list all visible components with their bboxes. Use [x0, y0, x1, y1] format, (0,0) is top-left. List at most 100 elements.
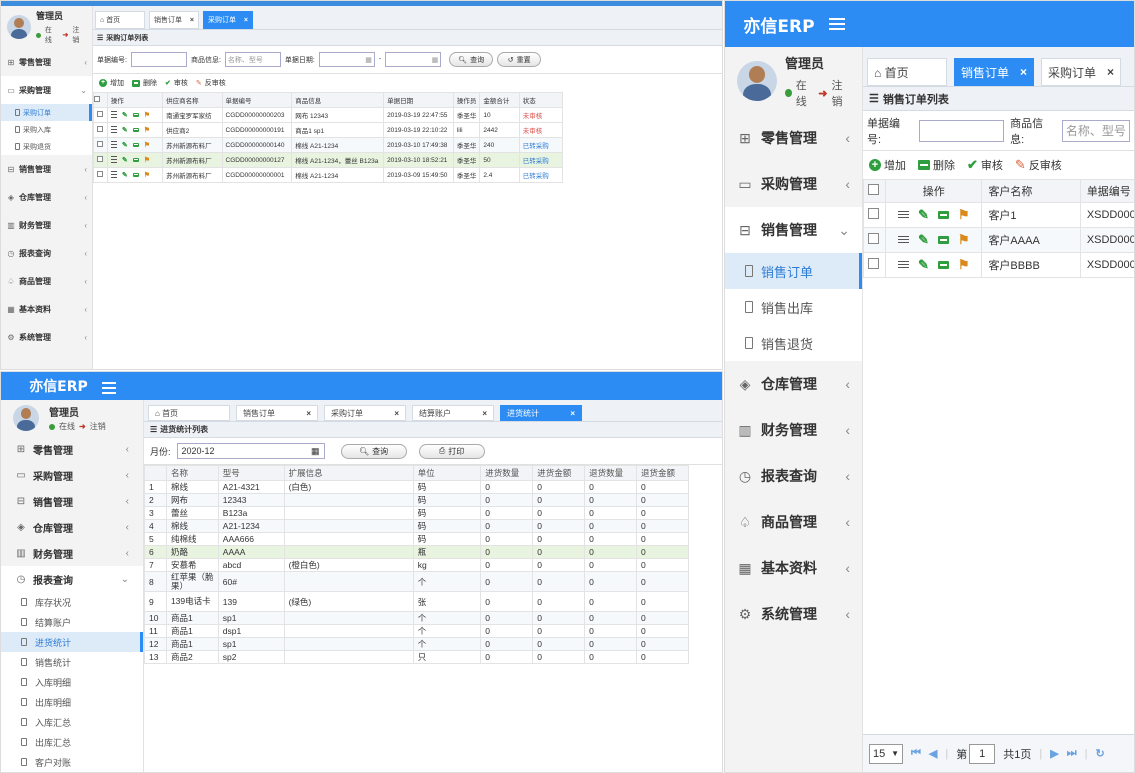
sidebar-item[interactable]: ◈ 仓库管理 ‹ — [725, 361, 862, 407]
row-checkbox[interactable] — [868, 184, 879, 195]
edit-icon[interactable]: ✎ — [918, 257, 929, 273]
tab[interactable]: 进货统计 × — [500, 405, 582, 421]
tab[interactable]: 销售订单 × — [149, 11, 199, 29]
close-icon[interactable]: × — [1107, 65, 1114, 79]
add-button[interactable]: + 增加 — [869, 157, 906, 173]
table-row[interactable]: 11 商品1 dsp1 个 0 0 0 0 — [144, 624, 689, 638]
card-icon[interactable] — [937, 235, 949, 245]
sidebar-item[interactable]: ⊞ 零售管理 ‹ — [1, 436, 143, 462]
sidebar-subitem[interactable]: 入库汇总 — [1, 712, 143, 732]
logout-icon[interactable]: ➜ — [63, 31, 69, 39]
card-icon[interactable] — [132, 142, 139, 148]
flag-icon[interactable]: ⚑ — [144, 171, 150, 179]
add-button[interactable]: + 增加 — [99, 78, 124, 88]
sidebar-item[interactable]: ⚙ 系统管理 ‹ — [725, 591, 862, 637]
sidebar-item[interactable]: ⊟ 销售管理 ‹ — [1, 155, 92, 183]
flag-icon[interactable]: ⚑ — [958, 207, 970, 223]
audit-button[interactable]: ✔ 审核 — [967, 157, 1003, 173]
sidebar-item[interactable]: ▭ 采购管理 ‹ — [725, 161, 862, 207]
unaudit-button[interactable]: ✎ 反审核 — [1015, 157, 1062, 173]
sidebar-item[interactable]: ▥ 财务管理 ‹ — [725, 407, 862, 453]
flag-icon[interactable]: ⚑ — [144, 141, 150, 149]
table-row[interactable]: 13 商品2 sp2 只 0 0 0 0 — [144, 650, 689, 664]
flag-icon[interactable]: ⚑ — [958, 232, 970, 248]
sidebar-item[interactable]: ⊟ 销售管理 ⌄ — [725, 207, 862, 253]
row-checkbox[interactable] — [94, 96, 100, 102]
sidebar-subitem[interactable]: 销售出库 — [725, 289, 862, 325]
flag-icon[interactable]: ⚑ — [958, 257, 970, 273]
table-row[interactable]: 12 商品1 sp1 个 0 0 0 0 — [144, 637, 689, 651]
detail-list-icon[interactable] — [110, 125, 117, 135]
goods-input[interactable]: 名称、型号 — [1061, 119, 1130, 142]
tab[interactable]: 结算账户 × — [412, 405, 494, 421]
tab[interactable]: 采购订单 × — [1041, 58, 1121, 86]
close-icon[interactable]: × — [570, 409, 575, 418]
last-page-icon[interactable]: ⏭ — [1067, 747, 1077, 760]
card-icon[interactable] — [132, 112, 139, 118]
tab[interactable]: ⌂ 首页 — [148, 405, 230, 421]
card-icon[interactable] — [132, 127, 139, 133]
table-row[interactable]: ✎ ⚑ 客户BBBB XSDD000 — [863, 252, 1134, 278]
tab[interactable]: 销售订单 × — [236, 405, 318, 421]
sidebar-subitem[interactable]: 销售退货 — [725, 325, 862, 361]
table-row[interactable]: ✎ ⚑ 客户AAAA XSDD000 — [863, 227, 1134, 253]
goods-input[interactable]: 名称、型号 — [224, 52, 281, 67]
edit-icon[interactable]: ✎ — [918, 207, 929, 223]
card-icon[interactable] — [132, 172, 139, 178]
table-row[interactable]: ✎ ⚑ 苏州新源布料厂 CGDD00000000140 棉线 A21-1234 2019-… — [93, 137, 564, 153]
edit-icon[interactable]: ✎ — [122, 111, 128, 119]
row-checkbox[interactable] — [868, 208, 879, 219]
sidebar-item[interactable]: ⊟ 销售管理 ‹ — [1, 488, 143, 514]
table-row[interactable]: 7 安慕希 abcd (橙白色) kg 0 0 0 0 — [144, 558, 689, 572]
sidebar-item[interactable]: ▦ 基本资料 ‹ — [725, 545, 862, 591]
sidebar-item[interactable]: ▥ 财务管理 ‹ — [1, 211, 92, 239]
sidebar-item[interactable]: ♤ 商品管理 ‹ — [1, 267, 92, 295]
order-no-input[interactable] — [918, 119, 1005, 142]
page-number-input[interactable]: 1 — [969, 743, 996, 764]
row-checkbox[interactable] — [97, 171, 103, 177]
sidebar-item[interactable]: ⊞ 零售管理 ‹ — [1, 48, 92, 76]
table-row[interactable]: ✎ ⚑ 苏州新源布料厂 CGDD00000000001 棉线 A21-1234 2019-… — [93, 167, 564, 183]
sidebar-item[interactable]: ◷ 报表查询 ‹ — [1, 239, 92, 267]
flag-icon[interactable]: ⚑ — [144, 111, 150, 119]
page-size-select[interactable]: 15 ▼ — [869, 743, 903, 764]
tab[interactable]: ⌂ 首页 — [95, 11, 145, 29]
sidebar-subitem[interactable]: 采购退货 — [1, 138, 92, 155]
delete-button[interactable]: 删除 — [918, 157, 955, 173]
reset-button[interactable]: ↺ 重置 — [497, 52, 542, 67]
first-page-icon[interactable]: ⏮ — [911, 747, 921, 760]
print-button[interactable]: ⎙ 打印 — [418, 443, 485, 459]
table-row[interactable]: 5 纯棉线 AAA666 码 0 0 0 0 — [144, 532, 689, 546]
logout-icon[interactable]: ➜ — [818, 87, 827, 100]
menu-toggle-icon[interactable] — [828, 15, 845, 33]
table-row[interactable]: ✎ ⚑ 南通宝罗军家纺 CGDD00000000203 网布 12343 2019-03-… — [93, 107, 564, 123]
table-row[interactable]: 10 商品1 sp1 个 0 0 0 0 — [144, 611, 689, 625]
close-icon[interactable]: × — [244, 17, 248, 24]
calendar-icon[interactable]: ▦ — [432, 56, 439, 64]
detail-list-icon[interactable] — [110, 155, 117, 165]
row-checkbox[interactable] — [868, 233, 879, 244]
close-icon[interactable]: × — [190, 17, 194, 24]
refresh-icon[interactable]: ↻ — [1095, 747, 1104, 760]
detail-list-icon[interactable] — [897, 235, 909, 245]
query-button[interactable]: 🔍︎ 查询 — [449, 52, 494, 67]
row-checkbox[interactable] — [868, 258, 879, 269]
table-row[interactable]: ✎ ⚑ 供应商2 CGDD00000000191 商品1 sp1 2019-03-19 2… — [93, 122, 564, 138]
row-checkbox[interactable] — [97, 111, 103, 117]
next-page-icon[interactable]: ▶ — [1050, 747, 1058, 760]
logout-link[interactable]: 注销 — [90, 421, 106, 432]
tab[interactable]: 采购订单 × — [324, 405, 406, 421]
edit-icon[interactable]: ✎ — [122, 171, 128, 179]
edit-icon[interactable]: ✎ — [918, 232, 929, 248]
table-row[interactable]: 9 139电话卡 139 (绿色) 张 0 0 0 0 — [144, 591, 689, 612]
sidebar-subitem[interactable]: 库存状况 — [1, 592, 143, 612]
delete-button[interactable]: 删除 — [132, 78, 157, 88]
tab[interactable]: ⌂ 首页 — [867, 58, 947, 86]
sidebar-item[interactable]: ♤ 商品管理 ‹ — [725, 499, 862, 545]
card-icon[interactable] — [132, 157, 139, 163]
tab[interactable]: 销售订单 × — [954, 58, 1034, 86]
calendar-icon[interactable]: ▦ — [365, 56, 372, 64]
table-row[interactable]: 2 网布 12343 码 0 0 0 0 — [144, 493, 689, 507]
sidebar-item[interactable]: ▭ 采购管理 ⌄ — [1, 76, 92, 104]
sidebar-subitem[interactable]: 采购入库 — [1, 121, 92, 138]
